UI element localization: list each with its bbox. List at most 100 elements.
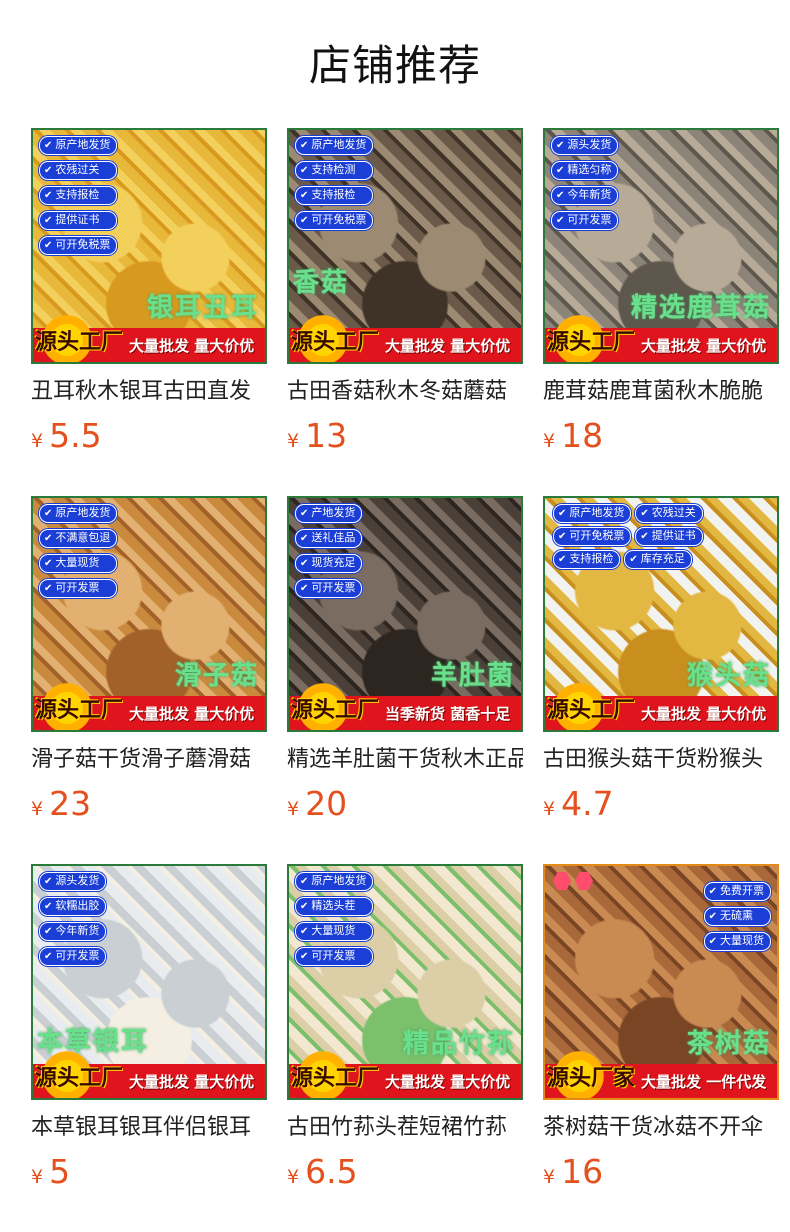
promo-banner: 源头工厂 大量批发 量大价优 xyxy=(33,680,265,730)
check-icon: ✔ xyxy=(44,926,53,937)
feature-badge: ✔ 支持检测 xyxy=(295,161,374,180)
product-price: ¥5 xyxy=(31,1155,267,1195)
feature-badge: ✔ 产地发货 xyxy=(295,504,363,523)
product-card[interactable]: ✔ 产地发货 ✔ 送礼佳品 ✔ 现货充足 ✔ 可开发票 羊肚菌 源头工厂 当季新货 菌香十足精选羊肚… xyxy=(287,496,523,827)
check-icon: ✔ xyxy=(300,951,309,962)
product-card[interactable]: ✔ 源头发货 ✔ 软糯出胶 ✔ 今年新货 ✔ 可开发票 本草银耳 源头工厂 大量批发 量大价优 本草银… xyxy=(31,864,267,1195)
check-icon: ✔ xyxy=(44,583,53,594)
promo-banner: 源头工厂 大量批发 量大价优 xyxy=(289,1048,521,1098)
product-card[interactable]: ✔ 原产地发货 ✔ 支持检测 ✔ 支持报检 ✔ 可开免税票 香菇 源头工厂 大量批发 量大价优 古田香… xyxy=(287,128,523,459)
starburst-icon: 源头工厂 xyxy=(33,680,125,730)
currency-symbol: ¥ xyxy=(31,798,44,820)
product-image[interactable]: ✔ 产地发货 ✔ 送礼佳品 ✔ 现货充足 ✔ 可开发票 羊肚菌 源头工厂 当季新货 菌香十足 xyxy=(287,496,523,732)
check-icon: ✔ xyxy=(558,554,567,565)
promo-banner-text: 大量批发 一件代发 xyxy=(641,1072,767,1091)
check-icon: ✔ xyxy=(44,508,53,519)
product-name[interactable]: 茶树菇干货冰菇不开伞 xyxy=(543,1113,779,1143)
feature-badge: ✔ 大量现货 xyxy=(295,922,374,941)
product-card[interactable]: ✔ 免费开票 ✔ 无硫熏 ✔ 大量现货 茶树菇 源头厂家 大量批发 一件代发 茶树菇干货冰菇不开伞… xyxy=(543,864,779,1195)
product-name[interactable]: 古田猴头菇干货粉猴头 xyxy=(543,745,779,775)
product-card[interactable]: ✔ 原产地发货 ✔ 农残过关 ✔ 可开免税票 ✔ 提供证书 ✔ 支持报检 ✔ 库存充足 猴头菇 源头工厂大… xyxy=(543,496,779,827)
check-icon: ✔ xyxy=(300,215,309,226)
product-overlay-label: 精品竹荪 xyxy=(402,1029,515,1059)
feature-badge-text: 可开发票 xyxy=(567,213,612,226)
product-overlay-label: 滑子菇 xyxy=(174,661,259,691)
product-image[interactable]: ✔ 原产地发货 ✔ 支持检测 ✔ 支持报检 ✔ 可开免税票 香菇 源头工厂 大量批发 量大价优 xyxy=(287,128,523,364)
feature-badges: ✔ 产地发货 ✔ 送礼佳品 ✔ 现货充足 ✔ 可开发票 xyxy=(295,504,363,598)
product-image[interactable]: ✔ 原产地发货 ✔ 农残过关 ✔ 可开免税票 ✔ 提供证书 ✔ 支持报检 ✔ 库存充足 猴头菇 源头工厂大… xyxy=(543,496,779,732)
product-image[interactable]: ✔ 免费开票 ✔ 无硫熏 ✔ 大量现货 茶树菇 源头厂家 大量批发 一件代发 xyxy=(543,864,779,1100)
promo-banner-text: 大量批发 量大价优 xyxy=(641,336,767,355)
feature-badge-text: 可开发票 xyxy=(55,581,100,594)
price-value: 18 xyxy=(561,416,604,455)
check-icon: ✔ xyxy=(300,190,309,201)
product-card[interactable]: ✔ 源头发货 ✔ 精选匀称 ✔ 今年新货 ✔ 可开发票 精选鹿茸菇 源头工厂 大量批发 量大价优 鹿茸… xyxy=(543,128,779,459)
starburst-text: 源头工厂 xyxy=(34,1066,123,1091)
feature-badge: ✔ 源头发货 xyxy=(39,872,107,891)
promo-banner-text: 大量批发 量大价优 xyxy=(385,1072,511,1091)
product-overlay-label: 精选鹿茸菇 xyxy=(630,293,771,323)
product-image[interactable]: ✔ 原产地发货 ✔ 农残过关 ✔ 支持报检 ✔ 提供证书 ✔ 可开免税票 银耳丑耳 源头工厂 大量批发 … xyxy=(31,128,267,364)
product-card[interactable]: ✔ 原产地发货 ✔ 精选头茬 ✔ 大量现货 ✔ 可开发票 精品竹荪 源头工厂 大量批发 量大价优 古田… xyxy=(287,864,523,1195)
product-price: ¥20 xyxy=(287,787,523,827)
feature-badge-text: 原产地发货 xyxy=(311,874,367,887)
product-overlay-label: 银耳丑耳 xyxy=(146,293,259,323)
feature-badge-text: 原产地发货 xyxy=(55,506,111,519)
product-name[interactable]: 滑子菇干货滑子蘑滑菇 xyxy=(31,745,267,775)
check-icon: ✔ xyxy=(708,911,717,922)
currency-symbol: ¥ xyxy=(287,798,300,820)
feature-badge-text: 支持报检 xyxy=(569,552,614,565)
feature-badges: ✔ 原产地发货 ✔ 农残过关 ✔ 支持报检 ✔ 提供证书 ✔ 可开免税票 xyxy=(39,136,118,255)
price-value: 23 xyxy=(49,784,92,823)
promo-banner: 源头工厂 大量批发 量大价优 xyxy=(289,312,521,362)
feature-badge-text: 支持报检 xyxy=(311,188,356,201)
price-value: 20 xyxy=(305,784,348,823)
product-name[interactable]: 鹿茸菇鹿茸菌秋木脆脆 xyxy=(543,377,779,407)
currency-symbol: ¥ xyxy=(543,430,556,452)
check-icon: ✔ xyxy=(44,140,53,151)
feature-badge-text: 今年新货 xyxy=(55,924,100,937)
check-icon: ✔ xyxy=(44,901,53,912)
check-icon: ✔ xyxy=(556,140,565,151)
feature-badge: ✔ 不满意包退 xyxy=(39,529,118,548)
starburst-text: 源头工厂 xyxy=(34,330,123,355)
product-name[interactable]: 精选羊肚菌干货秋木正品 xyxy=(287,745,523,775)
feature-badge: ✔ 提供证书 xyxy=(635,527,703,546)
check-icon: ✔ xyxy=(556,215,565,226)
starburst-icon: 源头工厂 xyxy=(289,1048,381,1098)
feature-badges: ✔ 免费开票 ✔ 无硫熏 ✔ 大量现货 xyxy=(703,882,771,951)
product-name[interactable]: 古田香菇秋木冬菇蘑菇 xyxy=(287,377,523,407)
product-price: ¥23 xyxy=(31,787,267,827)
product-name[interactable]: 本草银耳银耳伴侣银耳 xyxy=(31,1113,267,1143)
product-card[interactable]: ✔ 原产地发货 ✔ 农残过关 ✔ 支持报检 ✔ 提供证书 ✔ 可开免税票 银耳丑耳 源头工厂 大量批发 … xyxy=(31,128,267,459)
product-card[interactable]: ✔ 原产地发货 ✔ 不满意包退 ✔ 大量现货 ✔ 可开发票 滑子菇 源头工厂 大量批发 量大价优 滑子… xyxy=(31,496,267,827)
starburst-icon: 源头工厂 xyxy=(289,312,381,362)
feature-badge-text: 送礼佳品 xyxy=(311,531,356,544)
feature-badge: ✔ 原产地发货 xyxy=(553,504,632,523)
check-icon: ✔ xyxy=(300,165,309,176)
product-overlay-label: 茶树菇 xyxy=(686,1029,771,1059)
product-price: ¥6.5 xyxy=(287,1155,523,1195)
feature-badge: ✔ 可开发票 xyxy=(39,947,107,966)
promo-banner-text: 大量批发 量大价优 xyxy=(641,704,767,723)
check-icon: ✔ xyxy=(556,190,565,201)
product-image[interactable]: ✔ 源头发货 ✔ 精选匀称 ✔ 今年新货 ✔ 可开发票 精选鹿茸菇 源头工厂 大量批发 量大价优 xyxy=(543,128,779,364)
feature-badge-text: 源头发货 xyxy=(567,138,612,151)
promo-banner: 源头工厂 当季新货 菌香十足 xyxy=(289,680,521,730)
price-value: 16 xyxy=(561,1152,604,1191)
feature-badge: ✔ 可开免税票 xyxy=(295,211,374,230)
currency-symbol: ¥ xyxy=(31,1166,44,1188)
feature-badge-text: 库存充足 xyxy=(640,552,685,565)
feature-badge: ✔ 支持报检 xyxy=(39,186,118,205)
starburst-text: 源头工厂 xyxy=(290,330,379,355)
product-name[interactable]: 丑耳秋木银耳古田直发 xyxy=(31,377,267,407)
product-image[interactable]: ✔ 源头发货 ✔ 软糯出胶 ✔ 今年新货 ✔ 可开发票 本草银耳 源头工厂 大量批发 量大价优 xyxy=(31,864,267,1100)
product-image[interactable]: ✔ 原产地发货 ✔ 不满意包退 ✔ 大量现货 ✔ 可开发票 滑子菇 源头工厂 大量批发 量大价优 xyxy=(31,496,267,732)
product-name[interactable]: 古田竹荪头茬短裙竹荪 xyxy=(287,1113,523,1143)
feature-badge: ✔ 可开免税票 xyxy=(553,527,632,546)
feature-badge: ✔ 可开发票 xyxy=(551,211,619,230)
product-image[interactable]: ✔ 原产地发货 ✔ 精选头茬 ✔ 大量现货 ✔ 可开发票 精品竹荪 源头工厂 大量批发 量大价优 xyxy=(287,864,523,1100)
feature-badge: ✔ 免费开票 xyxy=(703,882,771,901)
feature-badge-text: 源头发货 xyxy=(55,874,100,887)
starburst-text: 源头工厂 xyxy=(546,698,635,723)
